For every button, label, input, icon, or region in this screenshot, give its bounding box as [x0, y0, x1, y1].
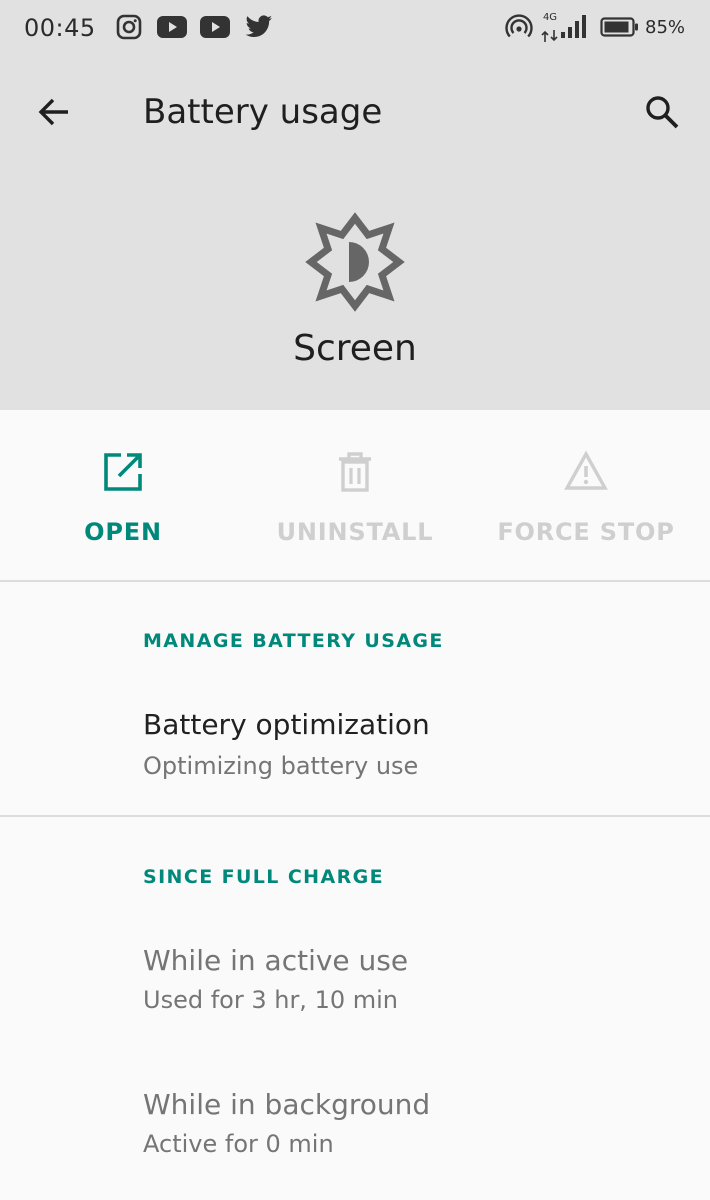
trash-icon — [333, 450, 377, 494]
page-title: Battery usage — [143, 92, 383, 132]
section-header-since-charge: SINCE FULL CHARGE — [143, 866, 384, 888]
toolbar: Battery usage — [0, 56, 710, 168]
status-time: 00:45 — [24, 14, 96, 42]
network-type: 4G — [542, 12, 558, 23]
open-button[interactable]: OPEN — [5, 450, 241, 560]
youtube-icon — [200, 12, 230, 42]
hotspot-icon — [505, 12, 533, 42]
force-stop-label: FORCE STOP — [497, 518, 675, 546]
twitter-icon — [244, 12, 274, 42]
status-bar: 00:45 4G 85% — [0, 0, 710, 56]
instagram-icon — [114, 12, 144, 42]
arrow-back-icon — [38, 98, 68, 126]
signal-icon — [561, 14, 589, 44]
divider — [0, 815, 710, 817]
pref-summary: Optimizing battery use — [143, 752, 419, 780]
pref-title: While in background — [143, 1088, 431, 1121]
section-header-manage: MANAGE BATTERY USAGE — [143, 630, 444, 652]
action-buttons: OPEN UNINSTALL FORCE STOP — [0, 410, 710, 580]
open-in-new-icon — [101, 450, 145, 494]
brightness-icon — [305, 212, 405, 312]
open-label: OPEN — [84, 518, 162, 546]
uninstall-label: UNINSTALL — [276, 518, 434, 546]
back-button[interactable] — [24, 82, 84, 142]
pref-title: Battery optimization — [143, 708, 430, 741]
battery-percent: 85% — [645, 17, 686, 38]
divider — [0, 580, 710, 582]
force-stop-button[interactable]: FORCE STOP — [468, 450, 704, 560]
search-icon — [646, 96, 679, 129]
pref-summary: Used for 3 hr, 10 min — [143, 986, 398, 1014]
warning-icon — [564, 450, 608, 494]
pref-title: While in active use — [143, 944, 409, 977]
uninstall-button[interactable]: UNINSTALL — [237, 450, 473, 560]
pref-summary: Active for 0 min — [143, 1130, 334, 1158]
battery-icon — [600, 16, 640, 46]
app-header: 00:45 4G 85% Battery usage Screen — [0, 0, 710, 410]
app-name: Screen — [293, 328, 417, 369]
youtube-icon — [157, 12, 187, 42]
search-button[interactable] — [632, 82, 692, 142]
data-arrows-icon — [541, 28, 559, 58]
